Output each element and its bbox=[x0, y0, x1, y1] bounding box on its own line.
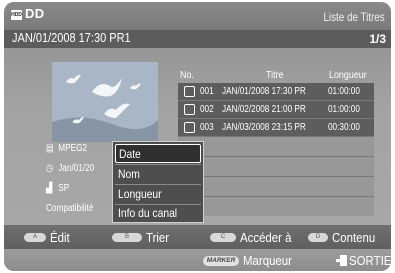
compat-info: Compatibilité bbox=[46, 203, 93, 214]
column-header-title: Titre bbox=[266, 69, 284, 81]
c-key-icon: C bbox=[210, 233, 236, 243]
marker-key-icon: MARKER bbox=[203, 255, 239, 266]
row-length: 00:30:00 bbox=[328, 121, 360, 133]
film-icon: ▤ bbox=[46, 143, 54, 154]
row-checkbox[interactable] bbox=[184, 104, 195, 115]
column-header-length: Longueur bbox=[329, 69, 367, 81]
edit-label: Édit bbox=[50, 230, 70, 246]
current-title-label: JAN/01/2008 17:30 PR1 bbox=[12, 31, 131, 45]
row-length: 01:00:00 bbox=[328, 103, 360, 115]
table-row[interactable]: 002 JAN/02/2008 21:00 PR 01:00:00 bbox=[178, 101, 374, 118]
page-title: Liste de Titres bbox=[323, 10, 385, 24]
row-title: JAN/03/2008 23:15 PR bbox=[222, 121, 306, 133]
hdd-icon: HDD bbox=[11, 10, 22, 20]
row-checkbox[interactable] bbox=[184, 122, 195, 133]
mode-label: SP bbox=[58, 183, 70, 194]
a-key-icon: A bbox=[24, 233, 46, 243]
mode-info: ▟ SP bbox=[46, 183, 69, 194]
marker-label: Marqueur bbox=[243, 253, 292, 269]
sort-button[interactable]: B Trier bbox=[112, 229, 172, 245]
function-key-bar: A Édit B Trier C Accéder à D Contenu bbox=[4, 225, 391, 249]
unlock-icon: ▟ bbox=[46, 183, 53, 194]
row-length: 01:00:00 bbox=[328, 85, 360, 97]
goto-label: Accéder à bbox=[240, 230, 292, 246]
seagulls-image bbox=[52, 62, 158, 142]
goto-button[interactable]: C Accéder à bbox=[210, 229, 299, 245]
row-title: JAN/01/2008 17:30 PR bbox=[222, 85, 306, 97]
secondary-key-bar: MARKER Marqueur SORTIE bbox=[4, 249, 391, 271]
sort-option-name[interactable]: Nom bbox=[115, 165, 201, 184]
row-number: 003 bbox=[200, 121, 214, 133]
empty-row bbox=[178, 137, 374, 156]
empty-row bbox=[178, 197, 374, 216]
contents-label: Contenu bbox=[332, 230, 376, 246]
empty-row bbox=[178, 177, 374, 196]
marker-button[interactable]: MARKER Marqueur bbox=[203, 252, 299, 268]
table-row[interactable]: 001 JAN/01/2008 17:30 PR 01:00:00 bbox=[178, 83, 374, 100]
exit-button[interactable]: SORTIE bbox=[336, 252, 391, 268]
sort-option-length[interactable]: Longueur bbox=[115, 185, 201, 204]
date-label: Jan/01/20 bbox=[58, 163, 95, 174]
sort-option-date[interactable]: Date bbox=[115, 144, 201, 163]
format-info: ▤ MPEG2 bbox=[46, 143, 87, 154]
date-info: ◷ Jan/01/20 bbox=[46, 163, 94, 174]
b-key-icon: B bbox=[112, 233, 142, 243]
contents-button[interactable]: D Contenu bbox=[308, 229, 381, 245]
row-checkbox[interactable] bbox=[184, 86, 195, 97]
exit-label: SORTIE bbox=[349, 253, 391, 269]
empty-row bbox=[178, 157, 374, 176]
table-row[interactable]: 003 JAN/03/2008 23:15 PR 00:30:00 bbox=[178, 119, 374, 136]
title-bar: HDD DD Liste de Titres bbox=[4, 2, 391, 30]
clock-icon: ◷ bbox=[46, 163, 54, 174]
exit-icon bbox=[336, 255, 348, 267]
edit-button[interactable]: A Édit bbox=[24, 229, 72, 245]
title-thumbnail bbox=[52, 62, 158, 142]
sort-menu: Date Nom Longueur Info du canal bbox=[112, 141, 204, 223]
d-key-icon: D bbox=[308, 233, 328, 243]
format-label: MPEG2 bbox=[58, 143, 88, 154]
title-list-screen: HDD DD Liste de Titres JAN/01/2008 17:30… bbox=[4, 2, 391, 271]
row-number: 002 bbox=[200, 103, 214, 115]
row-number: 001 bbox=[200, 85, 214, 97]
device-label: DD bbox=[25, 6, 45, 21]
info-bar: JAN/01/2008 17:30 PR1 1/3 bbox=[4, 30, 391, 48]
sort-label: Trier bbox=[146, 230, 170, 246]
row-title: JAN/02/2008 21:00 PR bbox=[222, 103, 306, 115]
sort-option-channel-info[interactable]: Info du canal bbox=[115, 204, 201, 223]
column-header-no: No. bbox=[180, 69, 194, 81]
page-indicator: 1/3 bbox=[369, 32, 386, 46]
compat-label: Compatibilité bbox=[46, 203, 94, 214]
